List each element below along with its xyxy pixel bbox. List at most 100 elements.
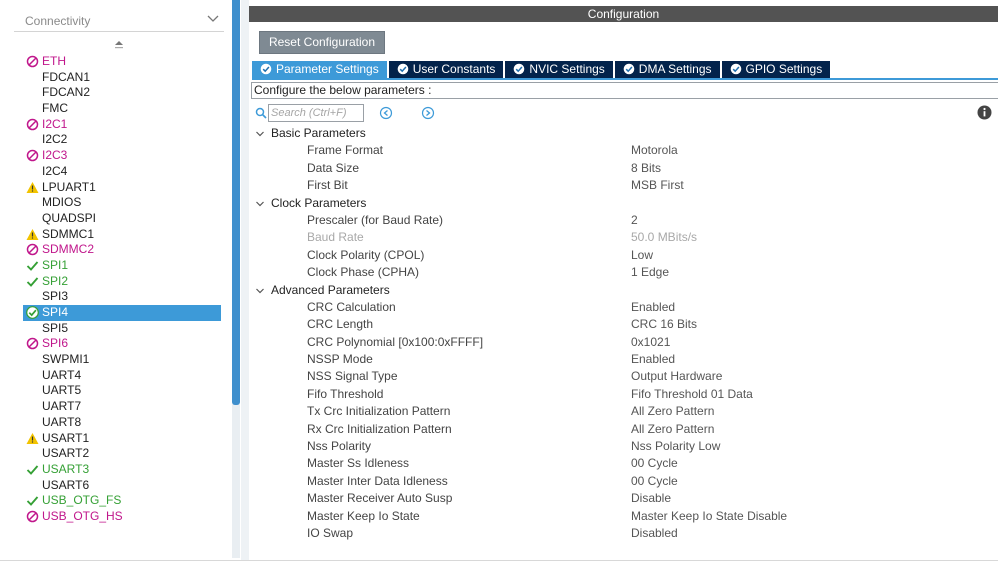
parameter-group-header[interactable]: Advanced Parameters — [249, 282, 998, 299]
parameter-value[interactable]: 00 Cycle — [631, 455, 678, 472]
parameter-row[interactable]: Clock Polarity (CPOL) Low — [249, 247, 998, 264]
parameter-value[interactable]: Motorola — [631, 142, 678, 159]
peripheral-label: USART6 — [42, 477, 90, 492]
parameter-name: Tx Crc Initialization Pattern — [307, 404, 451, 419]
peripheral-item[interactable]: I2C3 — [23, 148, 221, 164]
peripheral-item[interactable]: SPI2 — [23, 274, 221, 290]
parameter-value[interactable]: Disabled — [631, 525, 678, 542]
peripheral-item[interactable]: UART8 — [23, 415, 221, 431]
parameter-row[interactable]: Clock Phase (CPHA) 1 Edge — [249, 264, 998, 281]
sort-icon[interactable] — [114, 40, 124, 52]
peripheral-item[interactable]: FDCAN1 — [23, 70, 221, 86]
parameter-value[interactable]: 0x1021 — [631, 334, 670, 351]
peripheral-item[interactable]: I2C2 — [23, 132, 221, 148]
peripheral-item[interactable]: LPUART1 — [23, 180, 221, 196]
peripheral-item[interactable]: SDMMC2 — [23, 242, 221, 258]
parameter-row[interactable]: Master Ss Idleness 00 Cycle — [249, 455, 998, 472]
parameter-value[interactable]: Disable — [631, 490, 671, 507]
parameter-row[interactable]: Prescaler (for Baud Rate) 2 — [249, 212, 998, 229]
chevron-down-icon[interactable] — [255, 129, 265, 139]
tab-dma-settings[interactable]: DMA Settings — [614, 61, 720, 78]
parameter-name: NSS Signal Type — [307, 369, 398, 384]
peripheral-label: I2C3 — [42, 148, 68, 163]
parameter-value[interactable]: MSB First — [631, 177, 684, 194]
peripheral-item[interactable]: FMC — [23, 101, 221, 117]
parameter-value[interactable]: 8 Bits — [631, 160, 661, 177]
parameter-value[interactable]: 00 Cycle — [631, 473, 678, 490]
parameter-row[interactable]: Data Size 8 Bits — [249, 160, 998, 177]
search-input[interactable] — [268, 104, 364, 122]
parameter-row[interactable]: CRC Polynomial [0x100:0xFFFF] 0x1021 — [249, 334, 998, 351]
parameter-row[interactable]: Tx Crc Initialization Pattern All Zero Pa… — [249, 403, 998, 420]
parameter-group-header[interactable]: Clock Parameters — [249, 195, 998, 212]
parameter-name: Clock Polarity (CPOL) — [307, 247, 425, 262]
search-previous-icon[interactable] — [379, 106, 393, 120]
splitter[interactable] — [241, 0, 249, 560]
peripheral-item[interactable]: I2C4 — [23, 164, 221, 180]
search-next-icon[interactable] — [421, 106, 435, 120]
parameter-value[interactable]: Output Hardware — [631, 368, 722, 385]
peripheral-item[interactable]: QUADSPI — [23, 211, 221, 227]
peripheral-item[interactable]: FDCAN2 — [23, 85, 221, 101]
parameter-name: Master Inter Data Idleness — [307, 473, 448, 488]
peripheral-scrollbar-thumb[interactable] — [232, 0, 240, 405]
category-header[interactable]: Connectivity — [14, 8, 224, 32]
parameter-row[interactable]: CRC Length CRC 16 Bits — [249, 316, 998, 333]
peripheral-item[interactable]: USB_OTG_HS — [23, 509, 221, 525]
peripheral-item[interactable]: USB_OTG_FS — [23, 493, 221, 509]
tab-gpio-settings[interactable]: GPIO Settings — [721, 61, 831, 78]
peripheral-item[interactable]: SPI3 — [23, 289, 221, 305]
parameter-row[interactable]: IO Swap Disabled — [249, 525, 998, 542]
parameter-value[interactable]: All Zero Pattern — [631, 421, 714, 438]
parameter-value[interactable]: All Zero Pattern — [631, 403, 714, 420]
parameter-value[interactable]: Master Keep Io State Disable — [631, 508, 787, 525]
parameter-row[interactable]: CRC Calculation Enabled — [249, 299, 998, 316]
peripheral-item[interactable]: UART7 — [23, 399, 221, 415]
parameter-row[interactable]: Master Keep Io State Master Keep Io State… — [249, 508, 998, 525]
tab-nvic-settings[interactable]: NVIC Settings — [505, 61, 613, 78]
reset-configuration-button[interactable]: Reset Configuration — [259, 31, 385, 54]
parameter-value[interactable]: Fifo Threshold 01 Data — [631, 386, 753, 403]
peripheral-item[interactable]: SDMMC1 — [23, 227, 221, 243]
parameter-row[interactable]: Master Receiver Auto Susp Disable — [249, 490, 998, 507]
parameter-value[interactable]: Low — [631, 247, 653, 264]
parameter-group-header[interactable]: Basic Parameters — [249, 125, 998, 142]
parameter-value[interactable]: Nss Polarity Low — [631, 438, 720, 455]
parameter-row[interactable]: NSS Signal Type Output Hardware — [249, 368, 998, 385]
parameter-row[interactable]: NSSP Mode Enabled — [249, 351, 998, 368]
chevron-down-icon[interactable] — [255, 286, 265, 296]
parameter-row[interactable]: First Bit MSB First — [249, 177, 998, 194]
parameter-value[interactable]: 1 Edge — [631, 264, 669, 281]
parameter-row[interactable]: Frame Format Motorola — [249, 142, 998, 159]
peripheral-item[interactable]: SPI6 — [23, 336, 221, 352]
chevron-down-icon[interactable] — [206, 12, 220, 26]
peripheral-item[interactable]: UART4 — [23, 368, 221, 384]
peripheral-item[interactable]: USART1 — [23, 431, 221, 447]
peripheral-item[interactable]: USART3 — [23, 462, 221, 478]
parameter-row[interactable]: Nss Polarity Nss Polarity Low — [249, 438, 998, 455]
peripheral-item[interactable]: SPI4 — [23, 305, 221, 321]
parameter-row[interactable]: Master Inter Data Idleness 00 Cycle — [249, 473, 998, 490]
tab-user-constants[interactable]: User Constants — [388, 61, 504, 78]
peripheral-item[interactable]: ETH — [23, 54, 221, 70]
tab-parameter-settings[interactable]: Parameter Settings — [252, 61, 387, 78]
parameter-value[interactable]: Enabled — [631, 351, 675, 368]
parameter-row[interactable]: Rx Crc Initialization Pattern All Zero Pa… — [249, 421, 998, 438]
peripheral-item[interactable]: MDIOS — [23, 195, 221, 211]
peripheral-item[interactable]: SPI1 — [23, 258, 221, 274]
peripheral-item[interactable]: SWPMI1 — [23, 352, 221, 368]
peripheral-item[interactable]: UART5 — [23, 383, 221, 399]
peripheral-item[interactable]: I2C1 — [23, 117, 221, 133]
peripheral-item[interactable]: USART2 — [23, 446, 221, 462]
peripheral-item[interactable]: USART6 — [23, 478, 221, 494]
info-icon[interactable] — [977, 105, 992, 120]
peripheral-label: SPI5 — [42, 320, 69, 335]
peripheral-panel: Connectivity ETH FDCAN1 FDCAN2 FMC I2C1 I2C2 I… — [6, 0, 231, 560]
parameter-value[interactable]: 2 — [631, 212, 638, 229]
peripheral-label: USART3 — [42, 461, 90, 476]
parameter-value[interactable]: Enabled — [631, 299, 675, 316]
peripheral-item[interactable]: SPI5 — [23, 321, 221, 337]
parameter-value[interactable]: CRC 16 Bits — [631, 316, 697, 333]
chevron-down-icon[interactable] — [255, 199, 265, 209]
parameter-row[interactable]: Fifo Threshold Fifo Threshold 01 Data — [249, 386, 998, 403]
